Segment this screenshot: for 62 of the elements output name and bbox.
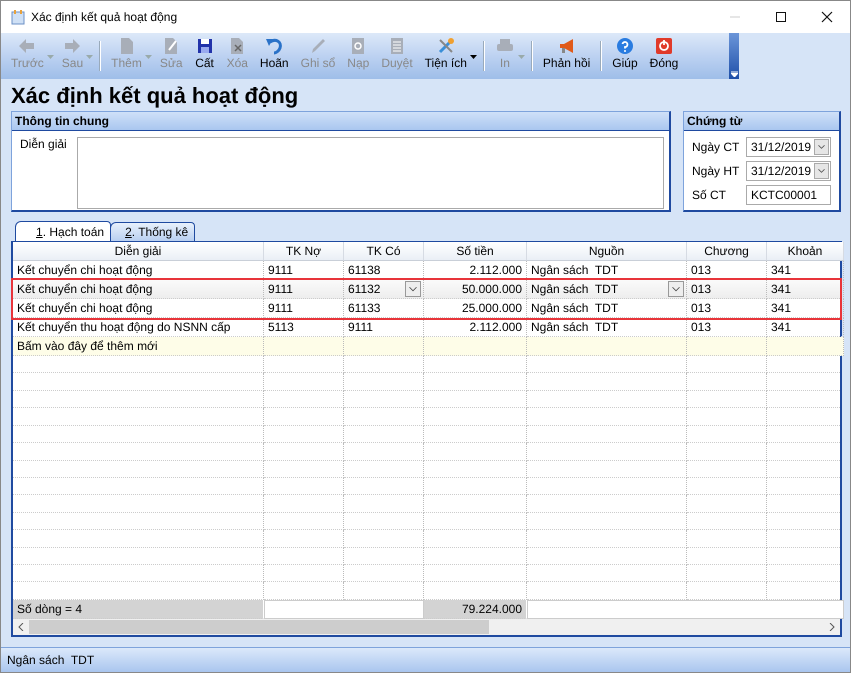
field-label: Ngày HT <box>692 164 740 178</box>
table-cell: 61133 <box>344 299 424 318</box>
table-cell: 9111 <box>264 280 344 299</box>
app-icon <box>11 9 25 25</box>
toolbar-button[interactable]: Đóng <box>644 33 684 75</box>
new-row-prompt[interactable]: Bấm vào đây để thêm mới <box>13 337 264 356</box>
table-cell: 013 <box>687 299 767 318</box>
total-amount: 79.224.000 <box>424 600 527 619</box>
overflow-button[interactable] <box>729 33 739 79</box>
table-cell: 25.000.000 <box>424 299 527 318</box>
window-title: Xác định kết quả hoạt động <box>31 10 178 24</box>
field-label: Ngày CT <box>692 140 740 154</box>
help-icon <box>614 36 635 56</box>
toolbar-button[interactable]: Giúp <box>606 33 644 75</box>
scroll-thumb[interactable] <box>29 620 489 634</box>
input-field[interactable]: KCTC00001 <box>746 185 831 205</box>
dropdown-icon[interactable] <box>814 163 829 179</box>
column-header[interactable]: TK Có <box>344 242 424 261</box>
field-label: Số CT <box>692 188 728 202</box>
combo-field[interactable]: 61132 <box>344 280 424 299</box>
dropdown-icon[interactable] <box>668 281 684 297</box>
column-header[interactable]: Nguồn <box>527 242 687 261</box>
description-field[interactable] <box>76 137 664 209</box>
table-cell: Kết chuyển chi hoạt động <box>13 280 264 299</box>
dropdown-icon[interactable] <box>405 281 421 297</box>
undo-icon <box>264 36 284 56</box>
table-cell: 341 <box>767 299 844 318</box>
tab[interactable]: 1. Hạch toán <box>15 221 112 241</box>
power-icon <box>654 36 674 56</box>
row-count: Số dòng = 4 <box>13 600 264 619</box>
column-header[interactable]: Chương <box>687 242 767 261</box>
table-cell: Ngân sách TDT <box>527 299 687 318</box>
maximize-icon[interactable] <box>775 11 787 23</box>
date-field[interactable]: 31/12/2019 <box>746 137 831 157</box>
chevron-left-icon[interactable] <box>18 623 24 631</box>
close-icon[interactable] <box>821 11 833 23</box>
table-cell: 013 <box>687 280 767 299</box>
toolbar-button[interactable]: Hoãn <box>254 33 295 75</box>
column-header[interactable]: Khoản <box>767 242 844 261</box>
table-cell: 50.000.000 <box>424 280 527 299</box>
field-label: Diễn giải <box>20 137 67 153</box>
chevron-right-icon[interactable] <box>829 623 835 631</box>
caret-icon[interactable] <box>470 55 477 59</box>
dropdown-icon[interactable] <box>814 139 829 155</box>
overflow-icon[interactable] <box>730 71 738 77</box>
table-cell: Kết chuyển chi hoạt động <box>13 299 264 318</box>
arrow-right-icon <box>62 36 82 56</box>
combo-field[interactable]: Ngân sách TDT <box>527 280 687 299</box>
panel-header: Chứng từ <box>684 112 839 131</box>
status-text: Ngân sách TDT <box>7 653 94 667</box>
tab[interactable]: 2. Thống kê <box>110 222 196 241</box>
column-header[interactable]: Số tiền <box>424 242 527 261</box>
table-cell: 341 <box>767 280 844 299</box>
date-field[interactable]: 31/12/2019 <box>746 161 831 181</box>
panel-header: Thông tin chung <box>12 112 669 131</box>
toolbar-button[interactable]: Phản hồi <box>536 33 596 75</box>
column-header[interactable]: Diễn giải <box>13 242 264 261</box>
toolbar-button[interactable]: Tiện ích <box>418 33 473 75</box>
column-header[interactable]: TK Nợ <box>264 242 344 261</box>
page-title: Xác định kết quả hoạt động <box>11 82 300 109</box>
table-cell: 9111 <box>264 299 344 318</box>
toolbar-button[interactable]: Cất <box>188 33 221 75</box>
